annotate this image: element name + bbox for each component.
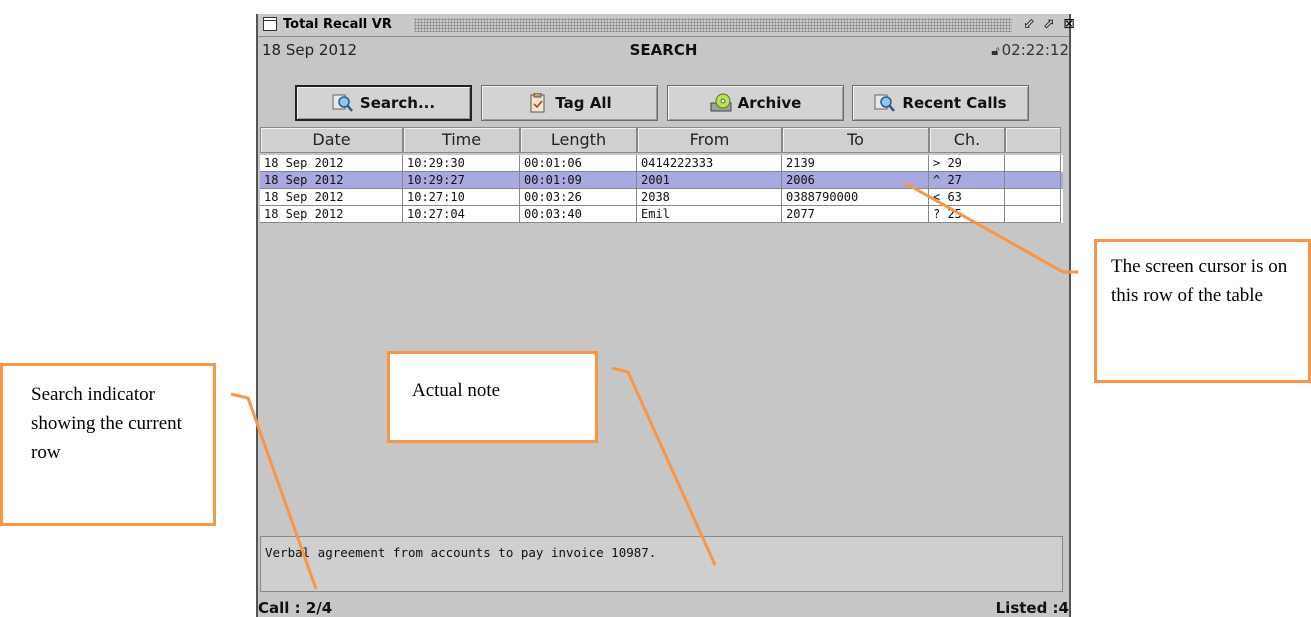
cell-blank (1005, 189, 1061, 206)
cell-from: 2038 (637, 189, 782, 206)
column-header-to[interactable]: To (782, 127, 929, 153)
window-title: Total Recall VR (283, 17, 392, 32)
cell-length: 00:03:40 (520, 206, 637, 223)
search-icon (332, 93, 354, 113)
cell-to: 2139 (782, 155, 929, 172)
cell-time: 10:29:30 (403, 155, 520, 172)
cell-blank (1005, 172, 1061, 189)
column-header-length[interactable]: Length (520, 127, 637, 153)
cell-from: 2001 (637, 172, 782, 189)
cell-blank (1005, 155, 1061, 172)
cell-from: Emil (637, 206, 782, 223)
table-row-selected[interactable]: 18 Sep 2012 10:29:27 00:01:09 2001 2006 … (260, 172, 1063, 189)
table-row[interactable]: 18 Sep 2012 10:27:04 00:03:40 Emil 2077 … (260, 206, 1063, 223)
cell-channel: < 63 (929, 189, 1005, 206)
window-icon (263, 17, 277, 31)
minimize-icon[interactable]: ⬃ (1020, 16, 1038, 33)
cell-channel: ? 25 (929, 206, 1005, 223)
column-header-date[interactable]: Date (260, 127, 403, 153)
mode-title: SEARCH (629, 41, 698, 59)
table-row[interactable]: 18 Sep 2012 10:29:30 00:01:06 0414222333… (260, 155, 1063, 172)
search-button-label: Search... (359, 94, 436, 112)
maximize-icon[interactable]: ⬀ (1040, 16, 1058, 33)
callout-search-indicator: Search indicator showing the current row (0, 363, 216, 526)
cell-date: 18 Sep 2012 (260, 155, 403, 172)
lock-icon: 🔓︎ (991, 44, 1000, 59)
cell-length: 00:01:06 (520, 155, 637, 172)
archive-button[interactable]: Archive (667, 85, 844, 121)
clock-time: 02:22:12 (1001, 41, 1069, 59)
cell-to: 2077 (782, 206, 929, 223)
info-bar: 18 Sep 2012 SEARCH 🔓︎ 02:22:12 (258, 36, 1069, 64)
listed-count: Listed :4 (995, 599, 1069, 617)
cell-date: 18 Sep 2012 (260, 189, 403, 206)
note-panel[interactable]: Verbal agreement from accounts to pay in… (260, 536, 1063, 592)
column-header-time[interactable]: Time (403, 127, 520, 153)
title-bar-grip[interactable] (414, 18, 1012, 32)
cell-length: 00:03:26 (520, 189, 637, 206)
column-header-blank[interactable] (1005, 127, 1061, 153)
call-note-text: Verbal agreement from accounts to pay in… (265, 545, 657, 560)
app-window: Total Recall VR ⬃ ⬀ ⊠ 18 Sep 2012 SEARCH… (256, 14, 1075, 617)
cell-time: 10:27:10 (403, 189, 520, 206)
title-bar[interactable]: Total Recall VR ⬃ ⬀ ⊠ (258, 14, 1075, 37)
callout-actual-note: Actual note (387, 351, 598, 443)
archive-button-label: Archive (737, 94, 802, 112)
column-header-from[interactable]: From (637, 127, 782, 153)
cell-length: 00:01:09 (520, 172, 637, 189)
cell-channel: > 29 (929, 155, 1005, 172)
clock: 🔓︎ 02:22:12 (991, 41, 1069, 59)
search-button[interactable]: Search... (295, 85, 472, 121)
archive-disc-icon (710, 93, 732, 113)
recent-calls-button-label: Recent Calls (902, 94, 1007, 112)
search-indicator: Call : 2/4 (258, 599, 333, 617)
cell-time: 10:29:27 (403, 172, 520, 189)
tag-all-button[interactable]: Tag All (481, 85, 658, 121)
column-header-channel[interactable]: Ch. (929, 127, 1005, 153)
recent-calls-button[interactable]: Recent Calls (852, 85, 1029, 121)
search-icon (874, 93, 896, 113)
cell-to: 2006 (782, 172, 929, 189)
cell-to: 0388790000 (782, 189, 929, 206)
callout-screen-cursor: The screen cursor is on this row of the … (1094, 239, 1311, 383)
cell-date: 18 Sep 2012 (260, 172, 403, 189)
cell-date: 18 Sep 2012 (260, 206, 403, 223)
cell-from: 0414222333 (637, 155, 782, 172)
close-icon[interactable]: ⊠ (1062, 16, 1076, 33)
clipboard-icon (527, 92, 549, 113)
cell-channel: ^ 27 (929, 172, 1005, 189)
tag-all-button-label: Tag All (555, 94, 612, 112)
cell-time: 10:27:04 (403, 206, 520, 223)
cell-blank (1005, 206, 1061, 223)
table-row[interactable]: 18 Sep 2012 10:27:10 00:03:26 2038 03887… (260, 189, 1063, 206)
